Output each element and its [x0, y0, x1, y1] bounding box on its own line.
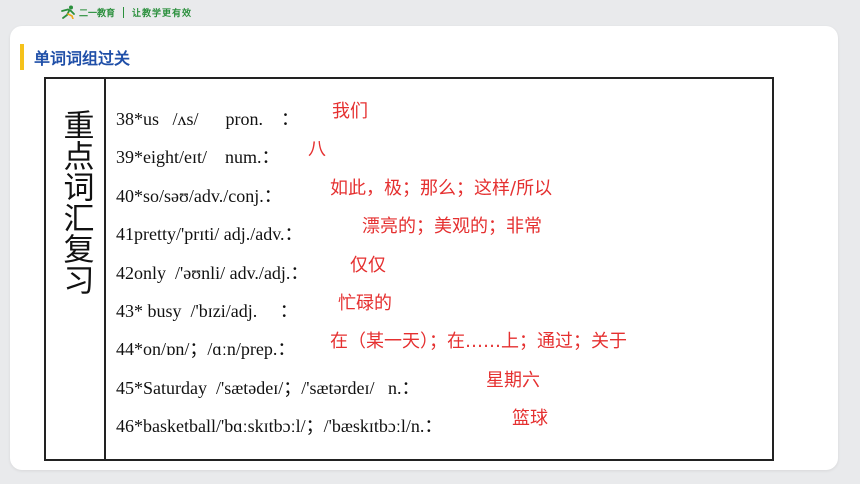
vocab-entry: 46*basketball/'bɑːskɪtbɔːl/；/'bæskɪtbɔːl…	[116, 396, 766, 436]
entry-chinese: 如此，极；那么；这样/所以	[330, 177, 553, 199]
entry-chinese: 八	[308, 139, 326, 161]
side-title-cell: 重点词汇复习	[46, 109, 104, 429]
section-accent-bar	[20, 44, 24, 70]
section-title: 单词词组过关	[34, 49, 131, 68]
entry-chinese: 忙碌的	[338, 292, 392, 314]
table-divider	[104, 79, 106, 459]
side-title: 重点词汇复习	[57, 109, 94, 295]
entry-chinese: 我们	[332, 101, 368, 122]
brand-separator	[123, 6, 125, 18]
running-figure-icon	[61, 5, 75, 19]
vocab-entry: 45*Saturday /'sætədeɪ/；/'sætərdeɪ/ n.： 星…	[116, 358, 766, 398]
brand-logo: 二一教育 让教学更有效	[58, 4, 192, 20]
vocab-entry: 44*on/ɒn/；/ɑːn/prep.： 在（某一天）；在……上；通过；关于	[116, 319, 766, 359]
vocab-entry: 39*eight/eɪt/ num.： 八	[116, 127, 766, 167]
vocab-entry: 41pretty/'prɪti/ adj./adv.： 漂亮的；美观的；非常	[116, 204, 766, 244]
entry-chinese: 在（某一天）；在……上；通过；关于	[330, 331, 627, 353]
vocab-list: 38*us /ʌs/ pron. ： 我们 39*eight/eɪt/ num.…	[116, 89, 766, 436]
vocab-entry: 40*so/səʊ/adv./conj.： 如此，极；那么；这样/所以	[116, 166, 766, 206]
vocab-entry: 38*us /ʌs/ pron. ： 我们	[116, 89, 766, 129]
entry-chinese: 仅仅	[350, 254, 386, 276]
vocab-table: 重点词汇复习 38*us /ʌs/ pron. ： 我们 39*eight/eɪ…	[44, 77, 774, 461]
entry-english: 46*basketball/'bɑːskɪtbɔːl/；/'bæskɪtbɔːl…	[116, 416, 443, 437]
top-bar: 二一教育 让教学更有效	[0, 0, 860, 24]
vocab-entry: 42only /'əʊnli/ adv./adj.： 仅仅	[116, 243, 766, 283]
vocab-entry: 43* busy /'bɪzi/adj. ： 忙碌的	[116, 281, 766, 321]
entry-chinese: 星期六	[486, 369, 540, 391]
brand-name: 二一教育	[79, 8, 116, 19]
entry-chinese: 篮球	[512, 408, 548, 430]
entry-chinese: 漂亮的；美观的；非常	[362, 216, 542, 238]
brand-slogan: 让教学更有效	[132, 8, 193, 19]
